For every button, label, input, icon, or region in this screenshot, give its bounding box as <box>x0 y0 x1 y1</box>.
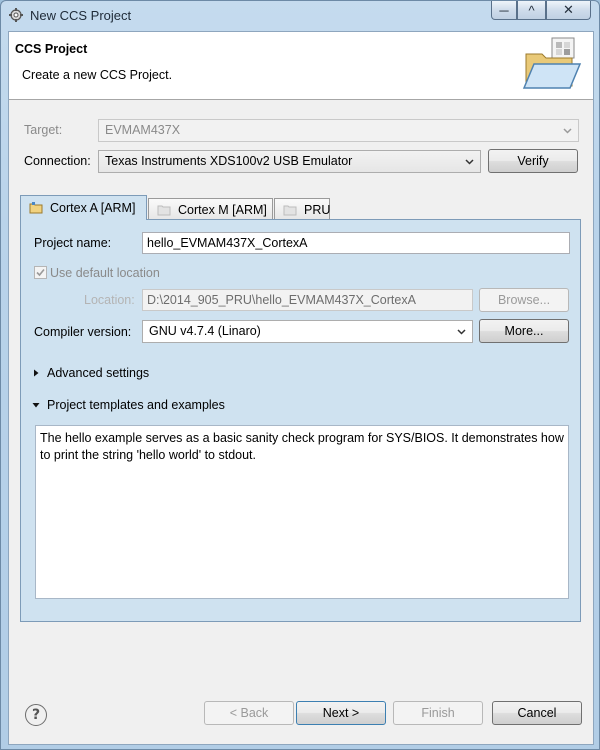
folder-icon <box>157 205 171 215</box>
connection-combo[interactable]: Texas Instruments XDS100v2 USB Emulator <box>98 150 481 173</box>
folder-wizard-icon <box>522 37 582 89</box>
project-folder-icon <box>29 202 43 214</box>
checkmark-icon <box>36 268 45 277</box>
dialog-window: New CCS Project ─ ^ ✕ CCS Project Create… <box>0 0 600 750</box>
advanced-settings-label: Advanced settings <box>47 366 150 380</box>
chevron-right-icon <box>34 369 39 377</box>
project-templates-toggle[interactable]: Project templates and examples <box>31 398 225 412</box>
connection-label: Connection: <box>24 154 91 168</box>
minimize-button[interactable]: ─ <box>491 1 517 20</box>
tab-pru[interactable]: PRU <box>274 198 330 220</box>
page-title: CCS Project <box>15 42 88 56</box>
tab-cortex-m[interactable]: Cortex M [ARM] <box>148 198 273 220</box>
target-combo[interactable]: EVMAM437X <box>98 119 579 142</box>
chevron-down-icon <box>465 159 474 165</box>
maximize-icon: ^ <box>528 2 535 18</box>
location-label: Location: <box>84 293 135 307</box>
project-name-label: Project name: <box>34 236 112 250</box>
advanced-settings-toggle[interactable]: Advanced settings <box>31 366 149 380</box>
finish-button[interactable]: Finish <box>393 701 483 725</box>
project-name-input[interactable]: hello_EVMAM437X_CortexA <box>142 232 570 254</box>
target-label: Target: <box>24 123 63 137</box>
target-value: EVMAM437X <box>105 123 181 137</box>
chevron-down-icon <box>563 128 572 134</box>
chevron-down-icon <box>457 329 466 335</box>
back-button[interactable]: < Back <box>204 701 294 725</box>
template-description: The hello example serves as a basic sani… <box>35 425 569 599</box>
next-button[interactable]: Next > <box>296 701 386 725</box>
use-default-location-label: Use default location <box>50 266 160 280</box>
tab-panel-cortex-a: Project name: hello_EVMAM437X_CortexA Us… <box>20 219 581 622</box>
close-icon: ✕ <box>563 2 574 17</box>
verify-button[interactable]: Verify <box>488 149 578 173</box>
page-description: Create a new CCS Project. <box>22 68 173 82</box>
tab-cortex-a[interactable]: Cortex A [ARM] <box>20 195 147 220</box>
compiler-version-value: GNU v4.7.4 (Linaro) <box>149 324 261 338</box>
wizard-banner: CCS Project Create a new CCS Project. <box>9 32 593 100</box>
location-input[interactable]: D:\2014_905_PRU\hello_EVMAM437X_CortexA <box>142 289 473 311</box>
ccs-gear-icon <box>9 8 23 22</box>
more-button[interactable]: More... <box>479 319 569 343</box>
use-default-location-checkbox[interactable] <box>34 266 47 279</box>
browse-button[interactable]: Browse... <box>479 288 569 312</box>
window-title: New CCS Project <box>30 8 132 23</box>
connection-value: Texas Instruments XDS100v2 USB Emulator <box>105 154 353 168</box>
compiler-version-label: Compiler version: <box>34 325 132 339</box>
maximize-button[interactable]: ^ <box>517 1 546 20</box>
minimize-icon: ─ <box>499 2 509 18</box>
cancel-button[interactable]: Cancel <box>492 701 582 725</box>
folder-icon <box>283 205 297 215</box>
project-templates-label: Project templates and examples <box>47 398 225 412</box>
title-bar[interactable]: New CCS Project ─ ^ ✕ <box>1 1 599 29</box>
chevron-down-icon <box>32 403 40 408</box>
compiler-version-combo[interactable]: GNU v4.7.4 (Linaro) <box>142 320 473 343</box>
help-button[interactable]: ? <box>25 704 47 726</box>
dialog-client: CCS Project Create a new CCS Project. Ta… <box>8 31 594 745</box>
close-button[interactable]: ✕ <box>546 1 591 20</box>
